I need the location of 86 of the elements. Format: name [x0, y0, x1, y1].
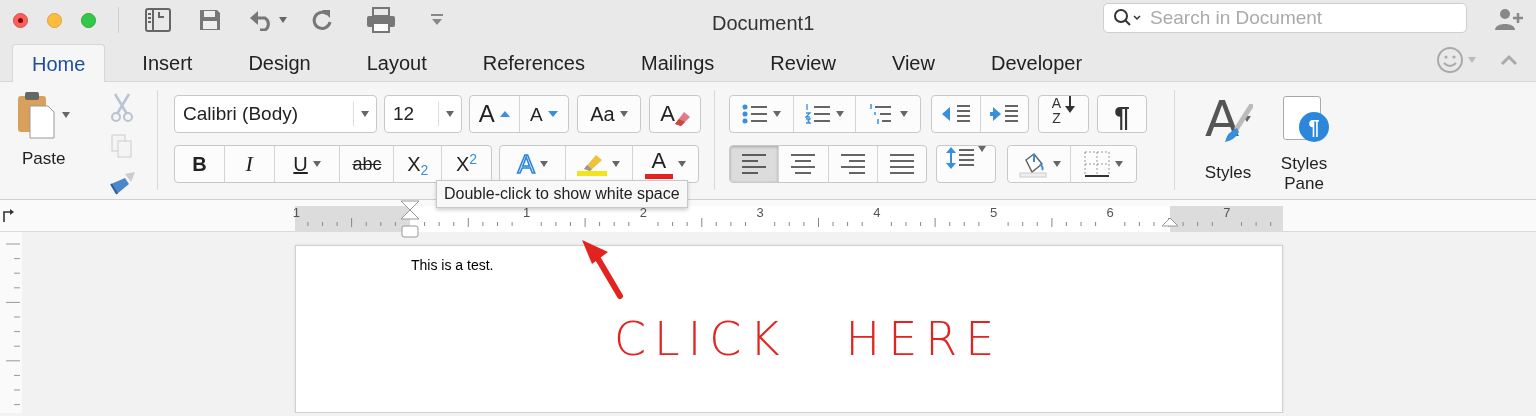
- caret-icon: [312, 161, 321, 167]
- bullet-list-icon: [742, 103, 768, 125]
- line-spacing-icon: [946, 146, 974, 170]
- ruler-number: 5: [989, 204, 998, 222]
- triangle-up-icon: [499, 111, 510, 117]
- ruler-number: 3: [756, 204, 764, 222]
- caret-icon: [836, 111, 844, 117]
- sidebar-icon: [145, 8, 171, 32]
- window-title: Document1: [712, 11, 815, 36]
- caret-icon: [899, 111, 908, 117]
- tab[interactable]: References: [463, 44, 604, 81]
- right-indent-icon[interactable]: [1161, 217, 1179, 227]
- ruler-number: 7: [1223, 204, 1231, 222]
- align-right-icon: [840, 152, 865, 176]
- caret-icon: [619, 111, 628, 117]
- add-person-icon[interactable]: [1494, 7, 1524, 31]
- change-case-button[interactable]: Aa: [578, 96, 640, 132]
- styles-pane-button[interactable]: ¶ Styles Pane: [1273, 90, 1335, 194]
- tab[interactable]: Design: [229, 44, 330, 81]
- ruler-number: 6: [1106, 204, 1114, 222]
- pilcrow-badge: ¶: [1299, 112, 1329, 142]
- caret-icon: [612, 161, 621, 167]
- caret-icon: [1115, 161, 1123, 167]
- handwritten-annotation: HERE: [845, 316, 1003, 362]
- tab[interactable]: Review: [751, 44, 855, 81]
- font-name-field[interactable]: Calibri (Body): [174, 95, 377, 133]
- caret-icon: [773, 111, 781, 117]
- save-icon: [198, 8, 222, 32]
- caret-icon: [1243, 116, 1252, 122]
- caret-icon: [446, 111, 454, 117]
- triangle-down-icon: [547, 111, 558, 117]
- grow-font-button[interactable]: A: [470, 96, 519, 132]
- paintbrush-icon[interactable]: [107, 170, 137, 196]
- caret-icon: [978, 146, 986, 152]
- sort-button[interactable]: A Z: [1038, 95, 1089, 133]
- close-button[interactable]: [13, 12, 28, 28]
- italic-button[interactable]: I: [223, 146, 274, 182]
- sidebar-button[interactable]: [145, 5, 171, 35]
- redo-icon: [311, 8, 333, 32]
- clear-formatting-button[interactable]: A: [650, 96, 700, 132]
- search-field[interactable]: Search in Document: [1103, 3, 1467, 33]
- printer-icon: [366, 7, 396, 33]
- tab[interactable]: View: [872, 44, 954, 81]
- caret-icon: [539, 161, 548, 167]
- ruler-number: 1: [292, 204, 300, 222]
- caret-icon: [1052, 161, 1061, 167]
- caret-icon: [361, 111, 369, 117]
- line-spacing-button[interactable]: [936, 145, 996, 183]
- numbered-list-icon: [805, 103, 831, 125]
- underline-button[interactable]: U: [273, 146, 340, 182]
- handwritten-annotation: CLICK: [614, 316, 788, 362]
- tab[interactable]: Developer: [971, 44, 1102, 81]
- shrink-font-button[interactable]: A: [518, 96, 568, 132]
- tab[interactable]: Home: [12, 44, 106, 82]
- tab-stop-icon[interactable]: [2, 208, 14, 222]
- align-left-button[interactable]: [730, 146, 779, 182]
- strikethrough-button[interactable]: abc: [339, 146, 394, 182]
- annotation-arrow: [580, 238, 626, 300]
- paste-button[interactable]: Paste: [14, 90, 86, 182]
- smiley-icon: [1436, 46, 1464, 74]
- font-size-field[interactable]: 12: [384, 95, 462, 133]
- arrow-down-icon: [1065, 96, 1076, 114]
- bold-button[interactable]: B: [175, 146, 224, 182]
- align-center-icon: [791, 152, 816, 176]
- caret-icon: [677, 161, 686, 167]
- caret-icon: [279, 17, 287, 23]
- tooltip: Double-click to show white space: [436, 180, 688, 208]
- caret-icon: [62, 112, 70, 118]
- indent-marker-icon[interactable]: [400, 200, 420, 238]
- tab[interactable]: Insert: [123, 44, 212, 81]
- borders-icon: [1084, 151, 1110, 177]
- decrease-indent-icon: [940, 104, 971, 124]
- chevron-down-icon: [430, 14, 444, 26]
- print-button[interactable]: [366, 5, 396, 35]
- show-formatting-marks-button[interactable]: ¶: [1097, 95, 1147, 133]
- document-text: This is a test.: [411, 256, 494, 275]
- tab[interactable]: Mailings: [622, 44, 734, 81]
- clipboard-icon: [16, 90, 56, 140]
- paint-bucket-icon: [1017, 150, 1048, 178]
- increase-indent-icon: [989, 104, 1020, 124]
- align-left-icon: [742, 152, 767, 176]
- caret-icon: [1468, 57, 1476, 63]
- tab[interactable]: Layout: [347, 44, 446, 81]
- ruler-number: 4: [873, 204, 881, 222]
- align-justify-icon: [889, 152, 914, 176]
- search-icon: [1113, 8, 1143, 28]
